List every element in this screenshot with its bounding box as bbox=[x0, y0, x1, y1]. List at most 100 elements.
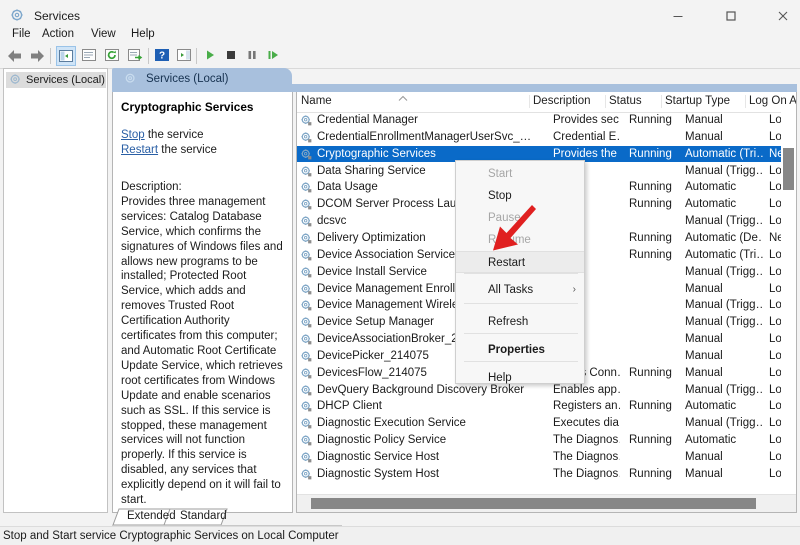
column-divider[interactable] bbox=[529, 95, 530, 108]
menu-item-restart[interactable]: Restart bbox=[456, 251, 584, 273]
menu-item-label: Properties bbox=[488, 344, 545, 356]
toolbar-separator bbox=[148, 48, 149, 64]
cell-startup-type: Manual (Trigg… bbox=[685, 416, 763, 431]
menu-help[interactable]: Help bbox=[127, 25, 159, 44]
service-gear-icon bbox=[300, 165, 313, 181]
stop-service-link[interactable]: Stop bbox=[121, 129, 145, 141]
view-tab-strip: Extended Standard bbox=[112, 508, 797, 526]
service-gear-icon bbox=[300, 215, 313, 231]
cell-status bbox=[629, 416, 689, 431]
tab-standard[interactable]: Standard bbox=[180, 509, 227, 524]
column-header-status[interactable]: Status bbox=[609, 92, 642, 111]
restart-service-icon[interactable] bbox=[264, 46, 284, 66]
service-description-block: Description: Provides three management s… bbox=[121, 180, 285, 508]
services-gear-icon bbox=[9, 73, 23, 92]
cell-name: CredentialEnrollmentManagerUserSvc_… bbox=[317, 130, 549, 145]
cell-status: Running bbox=[629, 113, 689, 128]
service-gear-icon bbox=[300, 249, 313, 265]
pause-service-icon[interactable] bbox=[243, 46, 263, 66]
service-gear-icon bbox=[300, 299, 313, 315]
table-row[interactable]: DHCP ClientRegisters an…RunningAutomatic… bbox=[297, 398, 782, 415]
column-divider[interactable] bbox=[745, 95, 746, 108]
cell-status bbox=[629, 315, 689, 330]
service-gear-icon bbox=[300, 266, 313, 282]
cell-description: The Diagnos… bbox=[553, 467, 620, 482]
tree-node-services-local[interactable]: Services (Local) bbox=[6, 72, 106, 88]
cell-status bbox=[629, 450, 689, 465]
service-gear-icon bbox=[300, 468, 313, 484]
menu-separator bbox=[464, 333, 578, 334]
cell-startup-type: Manual bbox=[685, 282, 763, 297]
chevron-right-icon: › bbox=[573, 279, 576, 301]
table-row[interactable]: Diagnostic System HostThe Diagnos…Runnin… bbox=[297, 466, 782, 483]
stop-service-icon[interactable] bbox=[222, 46, 242, 66]
column-header-log-on-as[interactable]: Log On As bbox=[749, 92, 797, 111]
help-icon[interactable]: ? bbox=[153, 46, 173, 66]
menu-item-refresh[interactable]: Refresh bbox=[456, 311, 584, 333]
service-gear-icon bbox=[300, 384, 313, 400]
cell-status bbox=[629, 214, 689, 229]
column-header-name[interactable]: Name bbox=[301, 92, 332, 111]
service-gear-icon bbox=[300, 417, 313, 433]
vertical-scrollbar[interactable] bbox=[781, 112, 796, 494]
column-header-description[interactable]: Description bbox=[533, 92, 591, 111]
column-divider[interactable] bbox=[661, 95, 662, 108]
menu-bar: File Action View Help bbox=[0, 25, 800, 44]
column-header-startup-type[interactable]: Startup Type bbox=[665, 92, 730, 111]
tree-node-label: Services (Local) bbox=[26, 74, 105, 86]
toolbar: ? bbox=[0, 44, 800, 69]
cell-startup-type: Manual (Trigg… bbox=[685, 315, 763, 330]
cell-name: Diagnostic Policy Service bbox=[317, 433, 549, 448]
restart-service-link[interactable]: Restart bbox=[121, 144, 158, 156]
console-tree-pane: Services (Local) bbox=[3, 68, 108, 513]
table-row[interactable]: CredentialEnrollmentManagerUserSvc_… Cred… bbox=[297, 129, 782, 146]
table-row[interactable]: Diagnostic Policy ServiceThe Diagnos…Run… bbox=[297, 432, 782, 449]
menu-action[interactable]: Action bbox=[38, 25, 78, 44]
back-icon[interactable] bbox=[5, 46, 25, 66]
cell-status: Running bbox=[629, 248, 689, 263]
export-list-icon[interactable] bbox=[126, 46, 146, 66]
refresh-icon[interactable] bbox=[103, 46, 123, 66]
service-gear-icon bbox=[300, 400, 313, 416]
table-row[interactable]: Diagnostic Execution ServiceExecutes dia… bbox=[297, 415, 782, 432]
cell-name: Diagnostic Execution Service bbox=[317, 416, 549, 431]
cell-description: Credential E… bbox=[553, 130, 620, 145]
tab-extended[interactable]: Extended bbox=[127, 509, 176, 524]
svg-text:?: ? bbox=[159, 51, 165, 62]
forward-icon[interactable] bbox=[27, 46, 47, 66]
cell-status: Running bbox=[629, 231, 689, 246]
pane-header-label: Services (Local) bbox=[146, 72, 228, 86]
vertical-scrollbar-thumb[interactable] bbox=[783, 148, 794, 190]
menu-file[interactable]: File bbox=[8, 25, 35, 44]
table-row[interactable]: Diagnostic Service HostThe Diagnos…Manua… bbox=[297, 449, 782, 466]
menu-separator bbox=[464, 303, 578, 304]
menu-view[interactable]: View bbox=[87, 25, 120, 44]
start-service-icon[interactable] bbox=[201, 46, 221, 66]
service-gear-icon bbox=[300, 131, 313, 147]
cell-startup-type: Automatic bbox=[685, 399, 763, 414]
service-gear-icon bbox=[300, 333, 313, 349]
cell-startup-type: Manual bbox=[685, 450, 763, 465]
show-hide-console-tree-icon[interactable] bbox=[56, 46, 76, 66]
service-gear-icon bbox=[300, 114, 313, 130]
properties-icon[interactable] bbox=[80, 46, 100, 66]
menu-item-label: Start bbox=[488, 168, 512, 180]
column-divider[interactable] bbox=[605, 95, 606, 108]
table-row[interactable]: Credential ManagerProvides sec…RunningMa… bbox=[297, 112, 782, 129]
menu-item-help[interactable]: Help bbox=[456, 367, 584, 389]
cell-status: Running bbox=[629, 366, 689, 381]
stop-service-line: Stop the service bbox=[121, 128, 285, 143]
cell-startup-type: Manual (Trigg… bbox=[685, 265, 763, 280]
show-hide-action-pane-icon[interactable] bbox=[175, 46, 195, 66]
cell-status bbox=[629, 130, 689, 145]
menu-item-stop[interactable]: Stop bbox=[456, 185, 584, 207]
toolbar-separator bbox=[196, 48, 197, 64]
cell-startup-type: Manual bbox=[685, 349, 763, 364]
cell-status: Running bbox=[629, 467, 689, 482]
menu-item-properties[interactable]: Properties bbox=[456, 339, 584, 361]
toolbar-separator bbox=[50, 48, 51, 64]
service-gear-icon bbox=[300, 367, 313, 383]
menu-separator bbox=[464, 361, 578, 362]
cell-startup-type: Manual bbox=[685, 113, 763, 128]
menu-item-all-tasks[interactable]: All Tasks› bbox=[456, 279, 584, 301]
